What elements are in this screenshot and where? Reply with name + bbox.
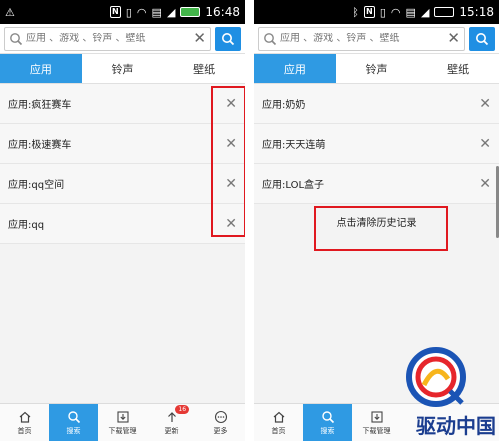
tab-ringtones[interactable]: 铃声 bbox=[336, 54, 418, 83]
search-input[interactable] bbox=[26, 33, 194, 44]
history-item[interactable]: 应用:极速赛车 ✕ bbox=[0, 124, 245, 164]
nav-label: 搜索 bbox=[66, 426, 81, 435]
tab-ringtones[interactable]: 铃声 bbox=[82, 54, 164, 83]
nfc-icon: N bbox=[363, 6, 375, 18]
tab-wallpapers[interactable]: 壁纸 bbox=[417, 54, 499, 83]
nav-label: 首页 bbox=[17, 426, 32, 435]
category-tabs: 应用 铃声 壁纸 bbox=[0, 54, 245, 84]
tab-apps[interactable]: 应用 bbox=[0, 54, 82, 83]
nav-updates[interactable]: 16 更新 bbox=[147, 404, 196, 441]
sim-icon: ▤ bbox=[405, 5, 416, 19]
home-icon bbox=[19, 411, 30, 423]
search-history-list: 应用:奶奶 ✕ 应用:天天连萌 ✕ 应用:LOL盒子 ✕ 点击清除历史记录 bbox=[254, 84, 499, 238]
nav-label: 首页 bbox=[271, 426, 286, 435]
update-count-badge: 16 bbox=[175, 405, 190, 414]
history-item[interactable]: 应用:qq ✕ bbox=[0, 204, 245, 244]
status-bar: ⚠ N ▯ ◠ ▤ ◢ 16:48 bbox=[0, 0, 245, 24]
history-item-label: 应用:LOL盒子 bbox=[262, 180, 325, 191]
delete-icon[interactable]: ✕ bbox=[479, 97, 491, 111]
clock: 15:18 bbox=[459, 5, 494, 19]
nav-downloads[interactable]: 下载管理 bbox=[98, 404, 147, 441]
tab-apps[interactable]: 应用 bbox=[254, 54, 336, 83]
signal-icon: ◢ bbox=[420, 5, 430, 19]
download-icon bbox=[370, 410, 383, 423]
download-icon bbox=[116, 410, 129, 423]
clear-search-icon[interactable]: ✕ bbox=[193, 31, 206, 46]
nfc-icon: N bbox=[109, 6, 121, 18]
nav-label: 下载管理 bbox=[362, 426, 391, 435]
vibrate-icon: ▯ bbox=[379, 5, 386, 19]
nav-home[interactable]: 首页 bbox=[254, 404, 303, 441]
search-icon bbox=[264, 32, 277, 45]
delete-icon[interactable]: ✕ bbox=[225, 97, 237, 111]
search-bar: ✕ bbox=[254, 24, 499, 54]
battery-icon bbox=[434, 7, 455, 17]
bluetooth-icon: ᛒ bbox=[352, 5, 359, 19]
nav-label: 更新 bbox=[164, 426, 179, 435]
warning-icon: ⚠ bbox=[5, 5, 15, 19]
nav-search[interactable]: 搜索 bbox=[49, 404, 98, 441]
search-button[interactable] bbox=[469, 26, 495, 51]
nav-label: 更多 bbox=[213, 426, 228, 435]
nav-label: 下载管理 bbox=[108, 426, 137, 435]
nav-home[interactable]: 首页 bbox=[0, 404, 49, 441]
vibrate-icon: ▯ bbox=[125, 5, 132, 19]
search-icon bbox=[476, 32, 489, 45]
history-item-label: 应用:qq空间 bbox=[8, 180, 65, 191]
watermark-logo: 驱动中国 bbox=[390, 341, 500, 441]
search-icon bbox=[222, 32, 235, 45]
delete-icon[interactable]: ✕ bbox=[225, 217, 237, 231]
battery-icon bbox=[180, 7, 201, 17]
search-input[interactable] bbox=[280, 33, 448, 44]
history-item[interactable]: 应用:qq空间 ✕ bbox=[0, 164, 245, 204]
history-item-label: 应用:疯狂赛车 bbox=[8, 100, 72, 111]
home-icon bbox=[273, 411, 284, 423]
nav-more[interactable]: 更多 bbox=[196, 404, 245, 441]
wifi-icon: ◠ bbox=[136, 5, 147, 19]
more-icon bbox=[214, 410, 227, 423]
history-item-label: 应用:奶奶 bbox=[262, 100, 306, 111]
phone-screen-left: ⚠ N ▯ ◠ ▤ ◢ 16:48 ✕ 应用 bbox=[0, 0, 245, 441]
history-item-label: 应用:极速赛车 bbox=[8, 140, 72, 151]
nav-search[interactable]: 搜索 bbox=[303, 404, 352, 441]
delete-icon[interactable]: ✕ bbox=[225, 137, 237, 151]
history-item[interactable]: 应用:天天连萌 ✕ bbox=[254, 124, 499, 164]
status-bar: ᛒ N ▯ ◠ ▤ ◢ 15:18 bbox=[254, 0, 499, 24]
clock: 16:48 bbox=[205, 5, 240, 19]
clear-search-icon[interactable]: ✕ bbox=[447, 31, 460, 46]
search-icon bbox=[321, 410, 334, 423]
search-bar: ✕ bbox=[0, 24, 245, 54]
clear-history-button[interactable]: 点击清除历史记录 bbox=[254, 204, 499, 238]
wifi-icon: ◠ bbox=[390, 5, 401, 19]
signal-icon: ◢ bbox=[166, 5, 176, 19]
history-item[interactable]: 应用:奶奶 ✕ bbox=[254, 84, 499, 124]
scrollbar[interactable] bbox=[496, 166, 499, 238]
history-item[interactable]: 应用:LOL盒子 ✕ bbox=[254, 164, 499, 204]
category-tabs: 应用 铃声 壁纸 bbox=[254, 54, 499, 84]
history-item-label: 应用:天天连萌 bbox=[262, 140, 326, 151]
delete-icon[interactable]: ✕ bbox=[479, 137, 491, 151]
search-icon bbox=[10, 32, 23, 45]
delete-icon[interactable]: ✕ bbox=[225, 177, 237, 191]
history-item-label: 应用:qq bbox=[8, 220, 45, 231]
delete-icon[interactable]: ✕ bbox=[479, 177, 491, 191]
history-item[interactable]: 应用:疯狂赛车 ✕ bbox=[0, 84, 245, 124]
search-button[interactable] bbox=[215, 26, 241, 51]
watermark-text: 驱动中国 bbox=[416, 414, 496, 438]
search-history-list: 应用:疯狂赛车 ✕ 应用:极速赛车 ✕ 应用:qq空间 ✕ 应用:qq ✕ bbox=[0, 84, 245, 244]
search-box[interactable]: ✕ bbox=[258, 26, 465, 51]
tab-wallpapers[interactable]: 壁纸 bbox=[163, 54, 245, 83]
search-box[interactable]: ✕ bbox=[4, 26, 211, 51]
search-icon bbox=[67, 410, 80, 423]
bottom-nav: 首页 搜索 下载管理 16 更新 更多 bbox=[0, 403, 245, 441]
sim-icon: ▤ bbox=[151, 5, 162, 19]
nav-label: 搜索 bbox=[320, 426, 335, 435]
